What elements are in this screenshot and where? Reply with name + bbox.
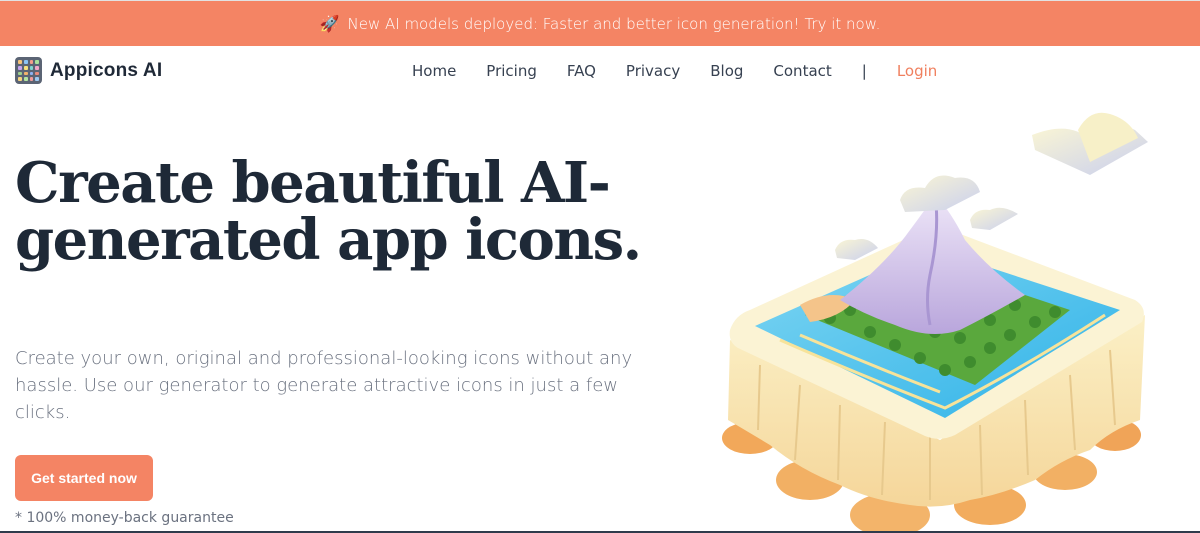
- nav-pricing[interactable]: Pricing: [486, 62, 537, 80]
- app-grid-logo: [15, 57, 42, 84]
- nav-faq[interactable]: FAQ: [567, 62, 596, 80]
- floating-cloud: [1032, 112, 1148, 175]
- get-started-button[interactable]: Get started now: [15, 455, 153, 501]
- login-link[interactable]: Login: [897, 62, 937, 80]
- small-cloud-right: [970, 207, 1018, 230]
- summit-cloud: [900, 175, 980, 212]
- hero-title: Create beautiful AI-generated app icons.: [15, 150, 642, 273]
- nav-blog[interactable]: Blog: [710, 62, 743, 80]
- announcement-banner[interactable]: 🚀 New AI models deployed: Faster and bet…: [0, 0, 1200, 46]
- top-navigation: Appicons AI Home Pricing FAQ Privacy Blo…: [0, 46, 1200, 96]
- rocket-icon: 🚀: [319, 14, 340, 33]
- nav-links: Home Pricing FAQ Privacy Blog Contact | …: [412, 62, 937, 80]
- nav-home[interactable]: Home: [412, 62, 456, 80]
- brand[interactable]: Appicons AI: [15, 57, 162, 84]
- money-back-guarantee: * 100% money-back guarantee: [15, 510, 234, 526]
- nav-contact[interactable]: Contact: [773, 62, 831, 80]
- announcement-text[interactable]: New AI models deployed: Faster and bette…: [348, 15, 881, 33]
- brand-name[interactable]: Appicons AI: [50, 60, 162, 82]
- nav-privacy[interactable]: Privacy: [626, 62, 680, 80]
- nav-separator: |: [861, 62, 867, 80]
- hero-subtitle: Create your own, original and profession…: [15, 348, 633, 423]
- island-icon-illustration: [722, 112, 1148, 533]
